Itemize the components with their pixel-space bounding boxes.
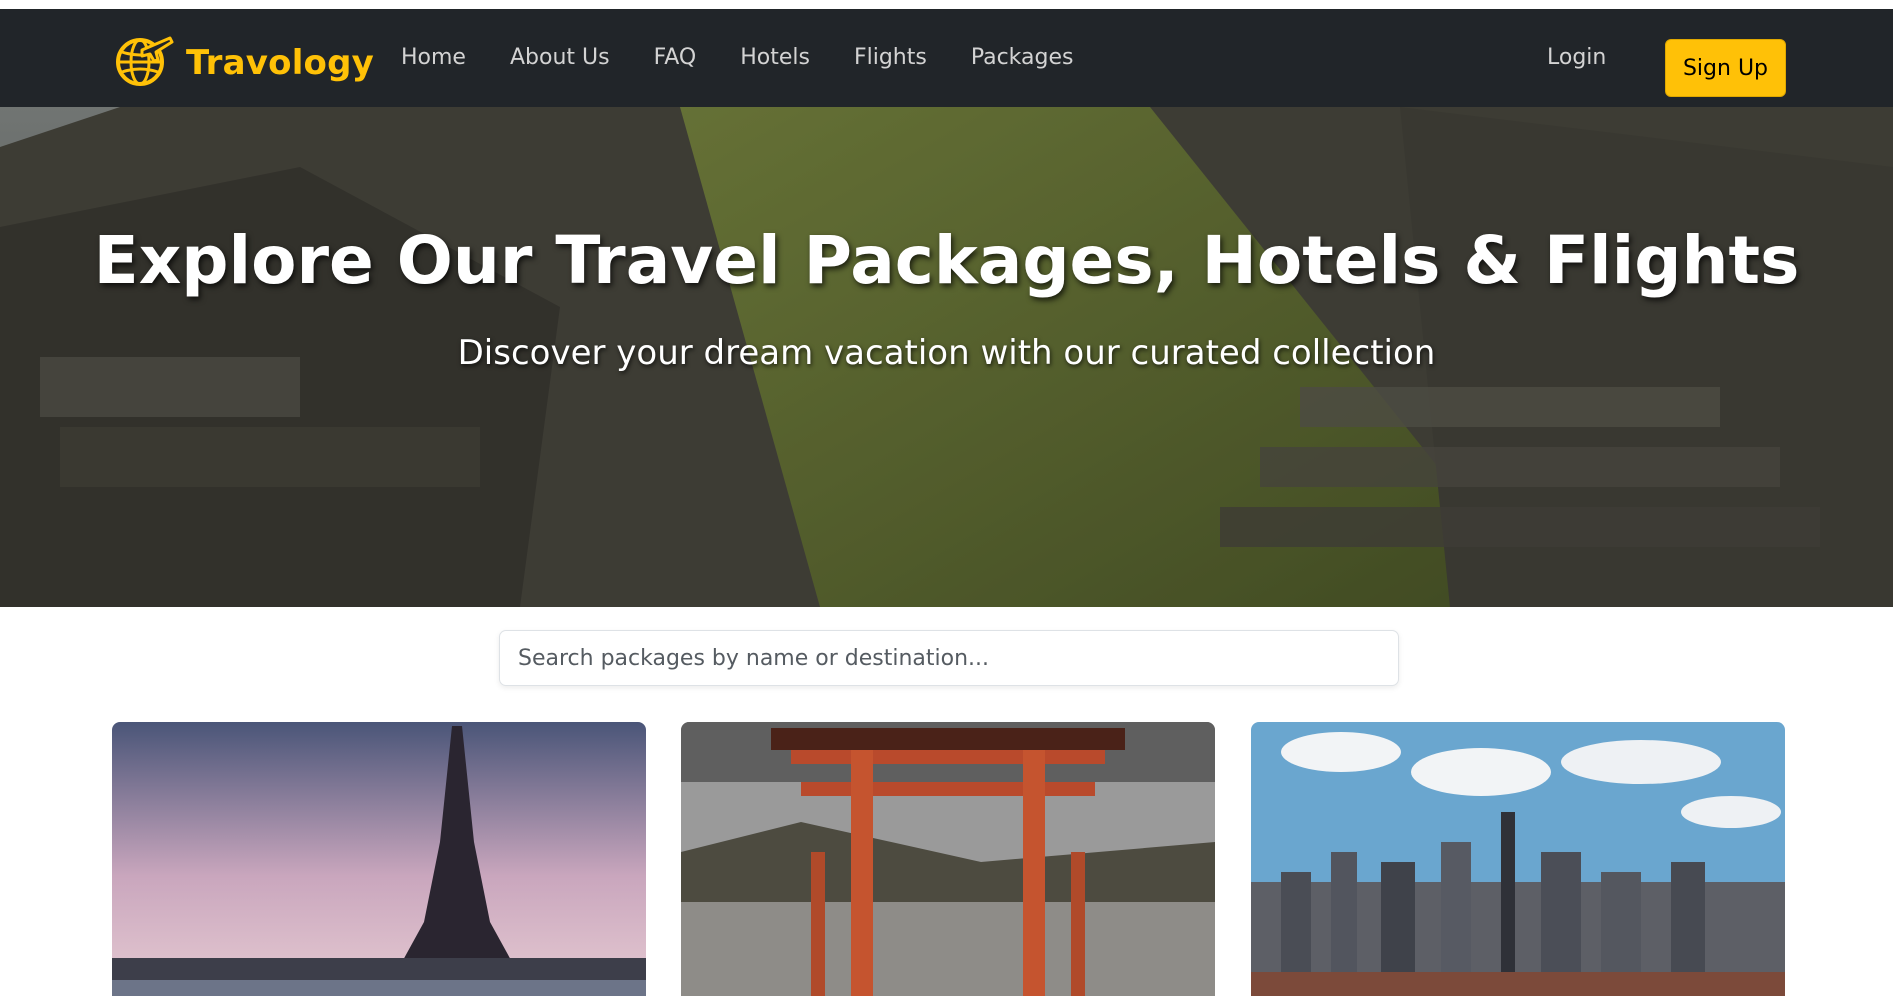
globe-plane-icon (112, 30, 174, 96)
nav-flights[interactable]: Flights (854, 45, 927, 70)
nav-home[interactable]: Home (401, 45, 466, 70)
nav-about-us[interactable]: About Us (510, 45, 610, 70)
torii-gate-image (681, 722, 1215, 996)
navbar: Travology Home About Us FAQ Hotels Fligh… (0, 9, 1893, 107)
package-card-skyline[interactable] (1251, 722, 1785, 996)
package-card-eiffel[interactable] (112, 722, 646, 996)
nav-hotels[interactable]: Hotels (740, 45, 810, 70)
login-link[interactable]: Login (1547, 45, 1606, 70)
hero-title: Explore Our Travel Packages, Hotels & Fl… (93, 222, 1800, 299)
brand-logo-link[interactable]: Travology (112, 30, 374, 96)
package-search-input[interactable] (499, 630, 1399, 686)
top-strip (0, 0, 1893, 9)
hero-subtitle: Discover your dream vacation with our cu… (457, 333, 1436, 373)
hero-banner: Explore Our Travel Packages, Hotels & Fl… (0, 107, 1893, 607)
signup-button[interactable]: Sign Up (1665, 39, 1786, 97)
nav-packages[interactable]: Packages (971, 45, 1074, 70)
city-skyline-image (1251, 722, 1785, 996)
nav-links: Home About Us FAQ Hotels Flights Package… (401, 45, 1117, 70)
package-card-torii[interactable] (681, 722, 1215, 996)
brand-name: Travology (186, 43, 375, 83)
eiffel-tower-image (112, 722, 646, 996)
nav-faq[interactable]: FAQ (654, 45, 697, 70)
